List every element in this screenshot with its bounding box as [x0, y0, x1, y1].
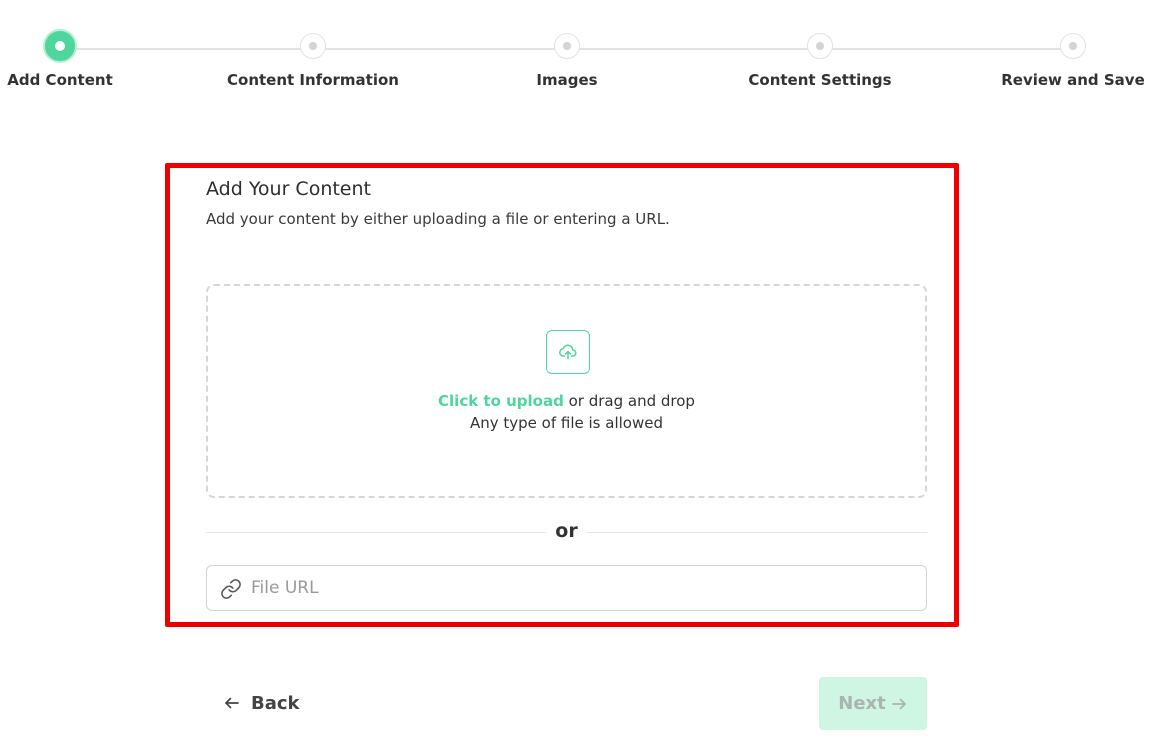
progress-stepper: Add Content Content Information Images C…: [0, 0, 1162, 110]
click-to-upload-link[interactable]: Click to upload: [438, 392, 564, 410]
step-label: Content Settings: [748, 71, 892, 89]
add-content-page: Add Content Content Information Images C…: [0, 0, 1162, 748]
step-label: Add Content: [7, 71, 113, 89]
step-add-content[interactable]: Add Content: [0, 28, 160, 89]
upload-hint: Any type of file is allowed: [469, 414, 663, 432]
step-images[interactable]: Images: [467, 28, 667, 89]
upload-instruction: Click to upload or drag and drop: [208, 392, 925, 410]
back-button[interactable]: Back: [215, 683, 308, 723]
step-indicator: [807, 33, 833, 59]
step-label: Content Information: [227, 71, 399, 89]
step-label: Images: [536, 71, 598, 89]
divider-text: or: [555, 520, 578, 542]
step-indicator: [554, 33, 580, 59]
step-indicator: [300, 33, 326, 59]
step-indicator-active: [43, 29, 77, 63]
step-content-information[interactable]: Content Information: [213, 28, 413, 89]
next-button[interactable]: Next: [819, 677, 927, 730]
file-url-field[interactable]: [206, 565, 927, 611]
arrow-left-icon: [225, 697, 239, 709]
drag-drop-text: or drag and drop: [563, 392, 695, 410]
card-subtitle: Add your content by either uploading a f…: [206, 210, 670, 228]
or-divider: or: [206, 520, 927, 544]
step-review-and-save[interactable]: Review and Save: [973, 28, 1162, 89]
step-indicator: [1060, 33, 1086, 59]
upload-cloud-icon[interactable]: [546, 330, 590, 374]
divider-line-right: [587, 532, 927, 533]
step-label: Review and Save: [1001, 71, 1145, 89]
card-title: Add Your Content: [206, 178, 371, 200]
step-content-settings[interactable]: Content Settings: [720, 28, 920, 89]
arrow-right-icon: [891, 698, 906, 709]
file-url-input[interactable]: [251, 566, 921, 610]
next-label: Next: [838, 693, 886, 714]
link-icon: [221, 579, 241, 599]
file-dropzone[interactable]: Click to upload or drag and drop Any typ…: [206, 284, 927, 498]
back-label: Back: [251, 692, 300, 714]
